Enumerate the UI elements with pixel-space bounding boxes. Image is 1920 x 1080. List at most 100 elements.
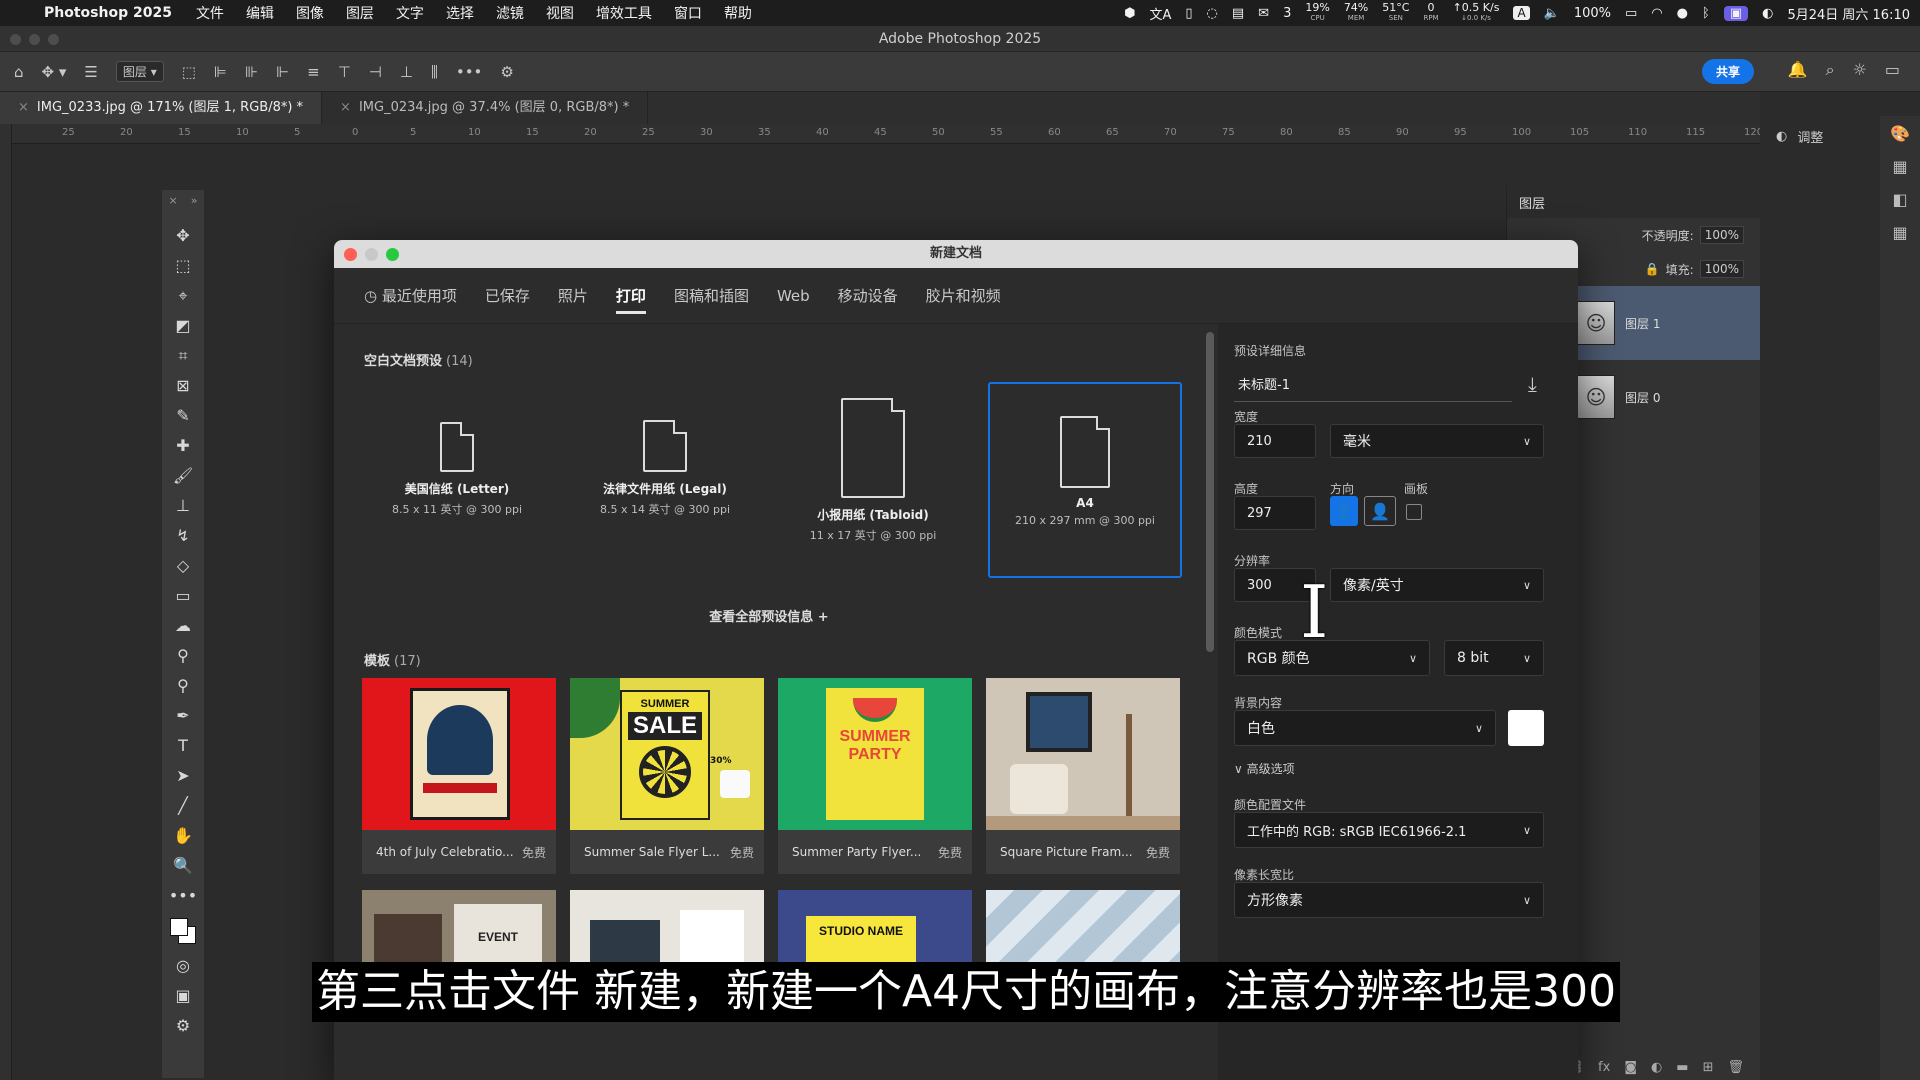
adjustments-panel-header[interactable]: ◐ 调整 [1776,116,1880,156]
background-contents-dropdown[interactable]: 白色 ∨ [1234,710,1496,746]
tab-mobile[interactable]: 移动设备 [838,268,898,324]
blur-tool-icon[interactable]: ☁ [175,616,191,636]
brush-tool-icon[interactable]: 🖌 [173,466,193,486]
screen-mode-icon[interactable]: ▣ [175,986,190,1006]
align-middle-icon[interactable]: ⊣ [369,63,382,81]
pen-tool-icon[interactable]: ✒ [176,706,189,726]
frame-tool-icon[interactable]: ⊠ [176,376,189,396]
fill-field[interactable]: 100% [1699,260,1744,278]
document-name-field[interactable]: 未标题-1 [1234,370,1512,402]
auto-select-icon[interactable]: ☰ [84,63,97,81]
menu-layer[interactable]: 图层 [346,3,374,23]
line-tool-icon[interactable]: ╱ [178,796,188,816]
opacity-field[interactable]: 100% [1699,226,1744,244]
smudge-tool-icon[interactable]: ⚲ [177,676,189,696]
crop-select-tool-icon[interactable]: ◩ [175,316,190,336]
healing-tool-icon[interactable]: ✚ [176,436,189,456]
control-center-icon[interactable]: ◐ [1762,6,1773,21]
doc-tab-img0233[interactable]: × IMG_0233.jpg @ 171% (图层 1, RGB/8*) * [0,92,323,124]
menu-view[interactable]: 视图 [546,3,574,23]
layers-tab[interactable]: 图层 [1519,193,1545,212]
workspace-icon[interactable]: ▭ [1885,60,1900,80]
cpu-stat[interactable]: 19% CPU [1305,2,1329,23]
unit-dropdown[interactable]: 毫米 ∨ [1330,424,1544,458]
move-tool-icon[interactable]: ✥ [176,226,189,246]
advanced-options-toggle[interactable]: ∨ 高级选项 [1234,760,1295,777]
menu-plugins[interactable]: 增效工具 [596,3,652,23]
artboard-checkbox[interactable] [1406,504,1422,520]
dialog-close-button[interactable] [344,248,357,261]
fan-stat[interactable]: 0 RPM [1423,2,1438,23]
template-card[interactable]: EVENT [362,890,556,970]
app-name-menu[interactable]: Photoshop 2025 [44,5,172,21]
template-card[interactable] [570,890,764,970]
dialog-zoom-button[interactable] [386,248,399,261]
gradients-panel-icon[interactable]: ◧ [1892,190,1907,209]
template-card[interactable]: STUDIO NAME [778,890,972,970]
dodge-tool-icon[interactable]: ⚲ [177,646,189,666]
tab-film-video[interactable]: 胶片和视频 [926,268,1001,324]
align-right-icon[interactable]: ⊩ [276,63,289,81]
height-input[interactable]: 297 [1234,496,1316,530]
mem-stat[interactable]: 74% MEM [1344,2,1368,23]
scrollbar-thumb[interactable] [1206,332,1214,652]
align-left-icon[interactable]: ⊫ [214,63,227,81]
mask-icon[interactable]: ◙ [1624,1060,1637,1075]
battery-icon[interactable]: ▭ [1625,6,1637,21]
swatches-panel-icon[interactable]: ▦ [1892,157,1907,176]
history-brush-icon[interactable]: ↯ [176,526,189,546]
input-source-indicator[interactable]: A [1513,6,1530,20]
volume-icon[interactable]: 🔈 [1544,6,1560,21]
preset-legal[interactable]: 法律文件用纸 (Legal) 8.5 x 14 英寸 @ 300 ppi [568,382,762,578]
crop-tool-icon[interactable]: ⌗ [178,346,187,366]
transform-controls-icon[interactable]: ⬚ [182,63,196,81]
landscape-orientation-button[interactable]: 👤 [1364,496,1396,526]
share-button[interactable]: 共享 [1701,59,1754,84]
adjustment-layer-icon[interactable]: ◐ [1651,1060,1662,1075]
pixel-aspect-dropdown[interactable]: 方形像素 ∨ [1234,882,1544,918]
width-input[interactable]: 210 [1234,424,1316,458]
window-controls[interactable] [10,34,59,45]
close-tab-icon[interactable]: × [340,100,351,115]
type-tool-icon[interactable]: T [178,736,188,756]
distribute-vertical-icon[interactable]: ⫼ [431,63,438,81]
mouse-icon[interactable]: ▯ [1185,6,1192,21]
tab-recent[interactable]: ◷ 最近使用项 [364,268,457,324]
menu-type[interactable]: 文字 [396,3,424,23]
close-panel-icon[interactable]: × [169,194,178,207]
battery-percent[interactable]: 100% [1574,6,1611,21]
menu-filter[interactable]: 滤镜 [496,3,524,23]
tab-web[interactable]: Web [777,268,810,324]
close-tab-icon[interactable]: × [18,100,29,115]
lock-icon[interactable]: 🔒 [1645,262,1660,276]
resolution-unit-dropdown[interactable]: 像素/英寸 ∨ [1330,568,1544,602]
template-card[interactable]: SUMMER SALE 30% Summer Sale Flyer L... 免费 [570,678,764,874]
collapse-panel-icon[interactable]: » [191,194,198,207]
zoom-tool-icon[interactable]: 🔍 [173,856,193,876]
minimize-dot[interactable] [29,34,40,45]
menu-file[interactable]: 文件 [196,3,224,23]
fx-icon[interactable]: fx [1598,1060,1610,1075]
datetime[interactable]: 5月24日 周六 16:10 [1787,4,1910,23]
menu-help[interactable]: 帮助 [724,3,752,23]
more-options-icon[interactable]: ••• [456,63,483,81]
bell-icon[interactable]: 🔔 [1788,60,1808,80]
more-tools-icon[interactable]: ••• [169,886,197,906]
marquee-tool-icon[interactable]: ⬚ [175,256,190,276]
color-mode-dropdown[interactable]: RGB 颜色 ∨ [1234,640,1430,676]
align-center-icon[interactable]: ⊪ [245,63,258,81]
hand-tool-icon[interactable]: ✋ [173,826,193,846]
new-layer-icon[interactable]: ⊞ [1703,1060,1714,1075]
search-icon[interactable]: ⌕ [1826,60,1835,80]
close-dot[interactable] [10,34,21,45]
distribute-icon[interactable]: ≡ [307,63,320,81]
network-stat[interactable]: ↑0.5 K/s ↓0.0 K/s [1453,2,1500,23]
bluetooth-icon[interactable]: ᛒ [1702,6,1710,21]
color-swatches[interactable] [166,916,200,946]
tab-print[interactable]: 打印 [615,268,646,324]
eraser-tool-icon[interactable]: ◇ [177,556,189,576]
group-icon[interactable]: ▬ [1676,1060,1688,1075]
object-select-tool-icon[interactable]: ⌖ [178,286,187,306]
wifi-icon[interactable]: ◠ [1651,6,1662,21]
menu-window[interactable]: 窗口 [674,3,702,23]
